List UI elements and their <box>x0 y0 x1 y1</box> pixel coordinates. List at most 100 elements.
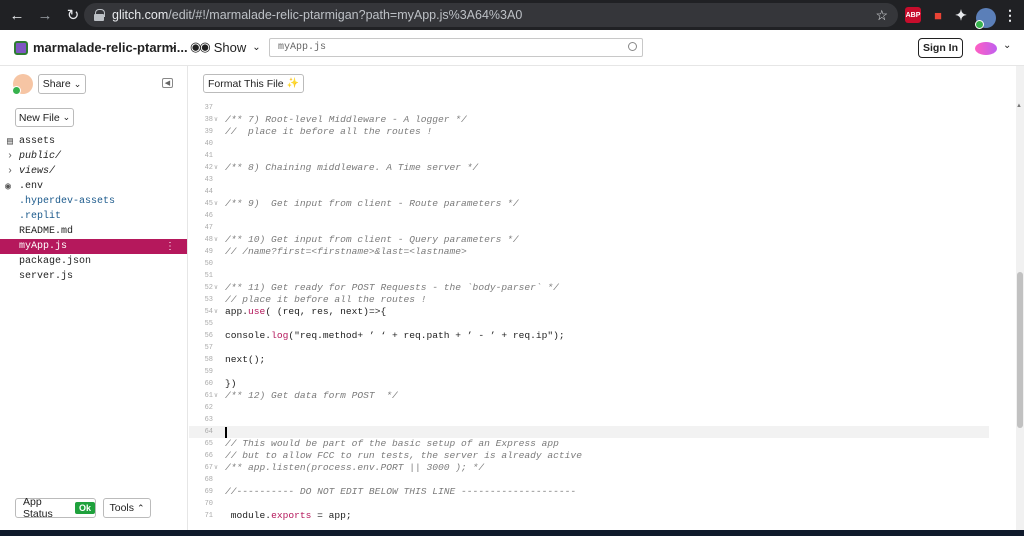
code-line[interactable]: 65 // This would be part of the basic set… <box>189 438 989 450</box>
scrollbar-thumb[interactable] <box>1017 272 1023 428</box>
file-item[interactable]: README.md <box>0 224 187 239</box>
fold-chevron-icon[interactable]: ∨ <box>214 282 218 294</box>
code-line[interactable]: 60}) <box>189 378 989 390</box>
project-name[interactable]: marmalade-relic-ptarmi... <box>33 40 188 55</box>
back-icon[interactable]: ← <box>6 4 28 26</box>
project-icon <box>14 41 28 55</box>
code-line[interactable]: 70 <box>189 498 989 510</box>
code-line[interactable]: 37 <box>189 102 989 114</box>
code-line[interactable]: 59 <box>189 366 989 378</box>
show-button[interactable]: ◉◉ Show ⌄ <box>190 39 261 55</box>
code-line[interactable]: 66 // but to allow FCC to run tests, the … <box>189 450 989 462</box>
fold-chevron-icon[interactable]: ∨ <box>214 306 218 318</box>
code-text: next(); <box>225 354 266 365</box>
line-number: 58 <box>204 356 213 364</box>
fold-chevron-icon[interactable]: ∨ <box>214 462 218 474</box>
file-item[interactable]: ▤ assets <box>0 134 187 149</box>
fold-chevron-icon[interactable]: ∨ <box>214 234 218 246</box>
browser-menu-icon[interactable]: ⋮ <box>1002 7 1018 23</box>
code-line[interactable]: 56 console.log("req.method+ ’ ‘ + req.pat… <box>189 330 989 342</box>
folder-item[interactable]: › views/ <box>0 164 187 179</box>
code-line[interactable]: 54 ∨ app.use( (req, res, next)=>{ <box>189 306 989 318</box>
code-line[interactable]: 50 <box>189 258 989 270</box>
line-number: 63 <box>204 416 213 424</box>
file-item[interactable]: package.json <box>0 254 187 269</box>
line-number: 57 <box>204 344 213 352</box>
file-item[interactable]: ◉ .env <box>0 179 187 194</box>
code-line[interactable]: 63 <box>189 414 989 426</box>
tools-button[interactable]: Tools ⌃ <box>103 498 151 518</box>
code-text: //---------- DO NOT EDIT BELOW THIS LINE… <box>225 486 577 497</box>
code-text: // but to allow FCC to run tests, the se… <box>225 450 582 461</box>
file-search-input[interactable]: myApp.js <box>269 38 643 57</box>
chevron-down-icon[interactable]: ⌄ <box>168 39 177 52</box>
fold-chevron-icon[interactable]: ∨ <box>214 390 218 402</box>
code-line[interactable]: 47 <box>189 222 989 234</box>
code-line[interactable]: 38 ∨ /** 7) Root-level Middleware - A logg… <box>189 114 989 126</box>
code-line[interactable]: 58 next(); <box>189 354 989 366</box>
code-line[interactable]: 61 ∨ /** 12) Get data form POST */ <box>189 390 989 402</box>
code-line[interactable]: 55 <box>189 318 989 330</box>
sign-in-button[interactable]: Sign In <box>918 38 963 58</box>
forward-icon[interactable]: → <box>34 4 56 26</box>
more-options-icon[interactable]: ⋮ <box>165 241 175 253</box>
url-host: glitch.com <box>112 8 169 22</box>
code-line[interactable]: 64 <box>189 426 989 438</box>
code-line[interactable]: 41 <box>189 150 989 162</box>
code-line[interactable]: 46 <box>189 210 989 222</box>
new-file-button[interactable]: New File ⌄ <box>15 108 74 127</box>
code-line[interactable]: 52 ∨ /** 11) Get ready for POST Requests -… <box>189 282 989 294</box>
url-path: /edit/#!/marmalade-relic-ptarmigan?path=… <box>168 8 523 22</box>
code-line[interactable]: 71 module.exports = app; <box>189 510 989 522</box>
scroll-up-icon[interactable]: ▲ <box>1016 103 1022 109</box>
line-number: 43 <box>204 176 213 184</box>
chevron-down-icon[interactable]: ⌄ <box>1003 40 1011 51</box>
text-cursor <box>225 427 227 438</box>
code-line[interactable]: 51 <box>189 270 989 282</box>
line-number: 46 <box>204 212 213 220</box>
code-line[interactable]: 53 // place it before all the routes ! <box>189 294 989 306</box>
code-text: /** app.listen(process.env.PORT || 3000 … <box>225 462 485 473</box>
code-line[interactable]: 57 <box>189 342 989 354</box>
line-number: 49 <box>204 248 213 256</box>
code-area[interactable]: 37 38 ∨/** 7) Root-level Middleware - A lo… <box>189 102 989 522</box>
code-line[interactable]: 44 <box>189 186 989 198</box>
reload-icon[interactable]: ↻ <box>62 4 84 26</box>
line-number: 47 <box>204 224 213 232</box>
line-number: 55 <box>204 320 213 328</box>
file-item-active[interactable]: myApp.js ⋮ <box>0 239 187 254</box>
file-item[interactable]: server.js <box>0 269 187 284</box>
user-avatar[interactable] <box>12 74 33 95</box>
collapse-sidebar-icon[interactable]: ◀ <box>162 78 173 88</box>
code-line[interactable]: 68 <box>189 474 989 486</box>
file-item[interactable]: .hyperdev-assets <box>0 194 187 209</box>
code-text: app.use( (req, res, next)=>{ <box>225 306 386 318</box>
line-number: 59 <box>204 368 213 376</box>
code-line[interactable]: 49 // /name?first=<firstname>&last=<lastn… <box>189 246 989 258</box>
app-status-button[interactable]: App Status Ok <box>15 496 96 520</box>
code-line[interactable]: 69 //---------- DO NOT EDIT BELOW THIS LI… <box>189 486 989 498</box>
code-line[interactable]: 67 ∨ /** app.listen(process.env.PORT || 30… <box>189 462 989 474</box>
browser-profile-avatar[interactable] <box>975 8 996 29</box>
fold-chevron-icon[interactable]: ∨ <box>214 114 218 126</box>
fold-chevron-icon[interactable]: ∨ <box>214 162 218 174</box>
code-line[interactable]: 62 <box>189 402 989 414</box>
code-line[interactable]: 42 ∨ /** 8) Chaining middleware. A Time se… <box>189 162 989 174</box>
code-line[interactable]: 48 ∨ /** 10) Get input from client - Query… <box>189 234 989 246</box>
code-line[interactable]: 45 ∨ /** 9) Get input from client - Route … <box>189 198 989 210</box>
adblock-extension-icon[interactable]: ABP <box>905 7 921 23</box>
format-file-button[interactable]: Format This File ✨ <box>203 74 304 93</box>
pdf-extension-icon[interactable]: ■ <box>930 7 946 23</box>
user-avatar[interactable] <box>975 42 997 55</box>
bookmark-star-icon[interactable]: ☆ <box>875 7 888 24</box>
share-button[interactable]: Share ⌄ <box>38 74 86 94</box>
code-line[interactable]: 43 <box>189 174 989 186</box>
file-item[interactable]: .replit <box>0 209 187 224</box>
folder-item[interactable]: › public/ <box>0 149 187 164</box>
code-line[interactable]: 39 // place it before all the routes ! <box>189 126 989 138</box>
fold-chevron-icon[interactable]: ∨ <box>214 198 218 210</box>
address-bar[interactable]: glitch.com/edit/#!/marmalade-relic-ptarm… <box>84 3 898 27</box>
code-line[interactable]: 40 <box>189 138 989 150</box>
extensions-puzzle-icon[interactable]: ✦ <box>953 7 969 23</box>
sidebar: Share ⌄ ◀ New File ⌄ ▤ assets › public/ › v… <box>0 66 188 536</box>
